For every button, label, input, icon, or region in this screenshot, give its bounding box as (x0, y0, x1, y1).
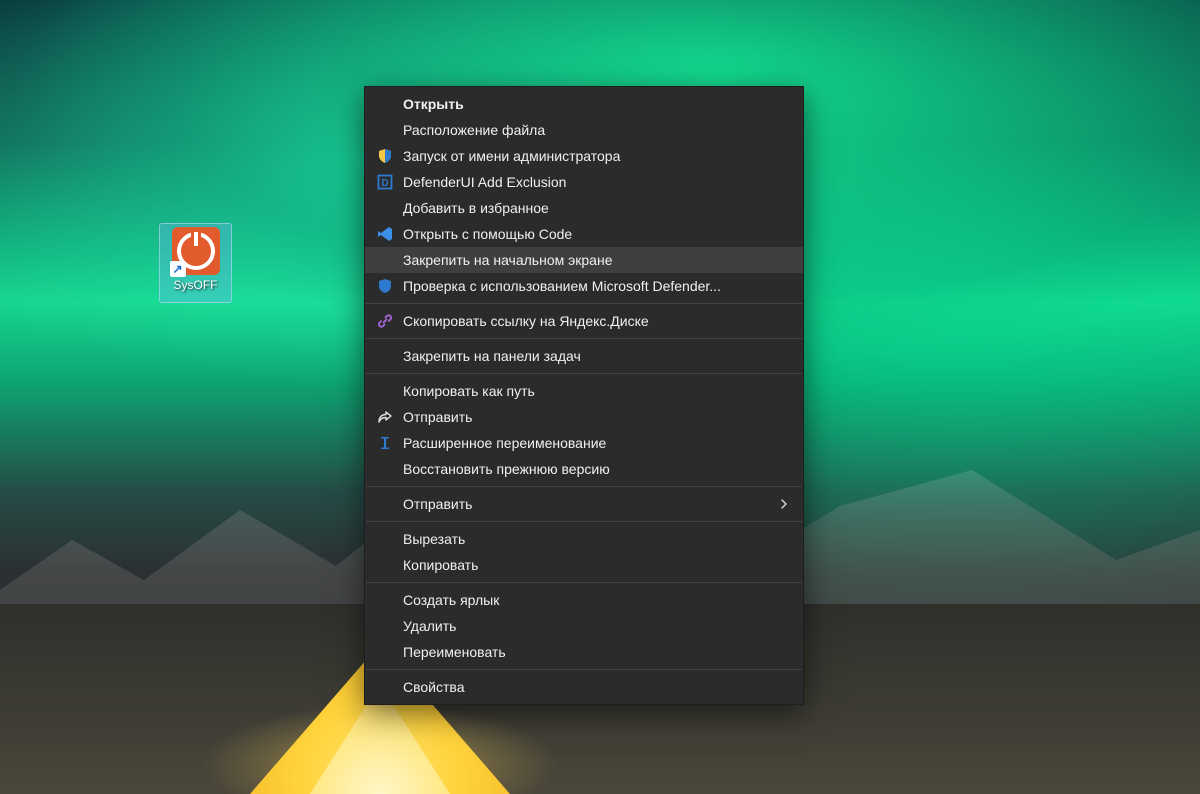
menu-item-label: Запуск от имени администратора (403, 146, 789, 166)
shortcut-overlay-icon: ↗ (170, 261, 186, 277)
menu-item-pin-taskbar[interactable]: Закрепить на панели задач (365, 343, 803, 369)
menu-icon-empty (375, 346, 395, 366)
menu-item-label: Закрепить на панели задач (403, 346, 789, 366)
menu-item-label: Свойства (403, 677, 789, 697)
menu-item-add-favorites[interactable]: Добавить в избранное (365, 195, 803, 221)
menu-item-defenderui[interactable]: DefenderUI Add Exclusion (365, 169, 803, 195)
menu-icon-empty (375, 616, 395, 636)
menu-icon-empty (375, 120, 395, 140)
menu-item-label: Копировать как путь (403, 381, 789, 401)
menu-icon-empty (375, 590, 395, 610)
menu-item-send-to[interactable]: Отправить (365, 491, 803, 517)
menu-item-label: Переименовать (403, 642, 789, 662)
defender-shield-icon (375, 276, 395, 296)
menu-item-label: DefenderUI Add Exclusion (403, 172, 789, 192)
menu-item-label: Скопировать ссылку на Яндекс.Диске (403, 311, 789, 331)
menu-item-label: Отправить (403, 494, 779, 514)
menu-item-file-location[interactable]: Расположение файла (365, 117, 803, 143)
menu-item-label: Восстановить прежнюю версию (403, 459, 789, 479)
menu-item-label: Закрепить на начальном экране (403, 250, 789, 270)
menu-icon-empty (375, 250, 395, 270)
menu-icon-empty (375, 198, 395, 218)
menu-item-restore-prev[interactable]: Восстановить прежнюю версию (365, 456, 803, 482)
menu-item-open[interactable]: Открыть (365, 91, 803, 117)
menu-icon-empty (375, 494, 395, 514)
menu-item-copy[interactable]: Копировать (365, 552, 803, 578)
menu-item-open-with-code[interactable]: Открыть с помощью Code (365, 221, 803, 247)
menu-separator (366, 303, 802, 304)
menu-icon-empty (375, 642, 395, 662)
menu-item-label: Вырезать (403, 529, 789, 549)
menu-item-yadisk-link[interactable]: Скопировать ссылку на Яндекс.Диске (365, 308, 803, 334)
menu-icon-empty (375, 555, 395, 575)
menu-item-scan-defender[interactable]: Проверка с использованием Microsoft Defe… (365, 273, 803, 299)
menu-item-copy-as-path[interactable]: Копировать как путь (365, 378, 803, 404)
menu-separator (366, 582, 802, 583)
menu-item-label: Отправить (403, 407, 789, 427)
context-menu: Открыть Расположение файла Запуск от имени… (364, 86, 804, 705)
menu-item-label: Расположение файла (403, 120, 789, 140)
share-icon (375, 407, 395, 427)
menu-item-rename[interactable]: Переименовать (365, 639, 803, 665)
link-icon (375, 311, 395, 331)
menu-icon-empty (375, 459, 395, 479)
menu-icon-empty (375, 94, 395, 114)
menu-icon-empty (375, 677, 395, 697)
menu-item-label: Копировать (403, 555, 789, 575)
menu-item-label: Проверка с использованием Microsoft Defe… (403, 276, 789, 296)
menu-icon-empty (375, 381, 395, 401)
menu-item-label: Открыть (403, 94, 789, 114)
menu-item-pin-start[interactable]: Закрепить на начальном экране (365, 247, 803, 273)
menu-item-create-shortcut[interactable]: Создать ярлык (365, 587, 803, 613)
menu-icon-empty (375, 529, 395, 549)
menu-item-label: Открыть с помощью Code (403, 224, 789, 244)
menu-item-label: Добавить в избранное (403, 198, 789, 218)
menu-item-label: Удалить (403, 616, 789, 636)
menu-item-delete[interactable]: Удалить (365, 613, 803, 639)
desktop-icon-label: SysOFF (160, 277, 231, 293)
defenderui-icon (375, 172, 395, 192)
menu-item-label: Создать ярлык (403, 590, 789, 610)
chevron-right-icon (779, 499, 789, 509)
menu-item-run-as-admin[interactable]: Запуск от имени администратора (365, 143, 803, 169)
menu-item-properties[interactable]: Свойства (365, 674, 803, 700)
menu-separator (366, 486, 802, 487)
menu-separator (366, 373, 802, 374)
menu-item-adv-rename[interactable]: Расширенное переименование (365, 430, 803, 456)
sysoff-app-icon: ↗ (172, 227, 220, 275)
menu-separator (366, 338, 802, 339)
vscode-icon (375, 224, 395, 244)
menu-item-send[interactable]: Отправить (365, 404, 803, 430)
menu-separator (366, 521, 802, 522)
menu-item-label: Расширенное переименование (403, 433, 789, 453)
shield-uac-icon (375, 146, 395, 166)
desktop-icon-sysoff[interactable]: ↗ SysOFF (160, 224, 231, 302)
menu-separator (366, 669, 802, 670)
menu-item-cut[interactable]: Вырезать (365, 526, 803, 552)
rename-icon (375, 433, 395, 453)
